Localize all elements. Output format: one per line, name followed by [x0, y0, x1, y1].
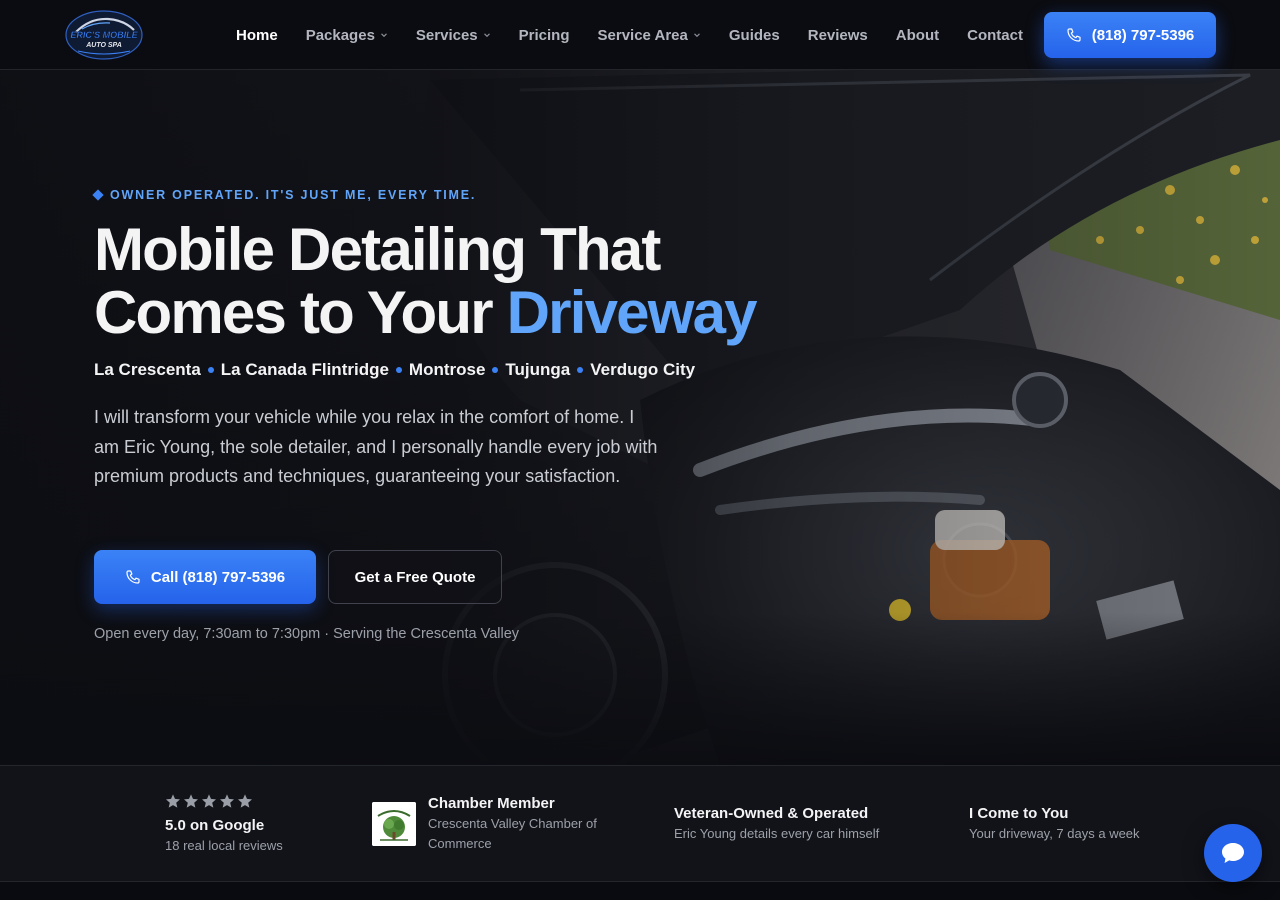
area-la-crescenta: La Crescenta [94, 360, 201, 379]
nav-contact-label: Contact [967, 26, 1023, 44]
service-areas: La Crescenta La Canada Flintridge Montro… [94, 360, 695, 380]
mobile-sub: Your driveway, 7 days a week [969, 826, 1140, 841]
hero-section: OWNER OPERATED. IT'S JUST ME, EVERY TIME… [0, 70, 1280, 765]
chevron-down-icon [693, 33, 700, 38]
star-icon [166, 794, 180, 808]
header-call-label: (818) 797-5396 [1091, 26, 1195, 44]
bullet-dot [395, 367, 402, 373]
main-nav: Home Packages Services Pricing Service A… [222, 0, 1037, 70]
star-icon [220, 794, 234, 808]
nav-pricing[interactable]: Pricing [505, 27, 584, 44]
nav-about[interactable]: About [882, 27, 953, 44]
header-call-button[interactable]: (818) 797-5396 [1044, 12, 1216, 58]
headline-line1: Mobile Detailing That [94, 216, 661, 283]
star-icon [184, 794, 198, 808]
google-rating-title: 5.0 on Google [165, 817, 265, 834]
mobile-title: I Come to You [969, 805, 1069, 822]
mobile-service: I Come to You Your driveway, 7 days a we… [969, 805, 1140, 844]
chamber-member: Chamber Member Crescenta Valley Chamber … [428, 795, 628, 854]
bullet-dot [492, 367, 499, 373]
svg-text:AUTO SPA: AUTO SPA [85, 42, 122, 49]
veteran-sub: Eric Young details every car himself [674, 826, 880, 841]
call-button[interactable]: Call (818) 797-5396 [94, 550, 316, 604]
svg-text:ERIC'S MOBILE: ERIC'S MOBILE [70, 30, 138, 40]
chat-widget-button[interactable] [1204, 824, 1262, 882]
nav-contact[interactable]: Contact [953, 27, 1037, 44]
google-rating: 5.0 on Google 18 real local reviews [165, 793, 283, 856]
chamber-logo [372, 802, 416, 846]
free-quote-button[interactable]: Get a Free Quote [328, 550, 502, 604]
nav-services[interactable]: Services [402, 27, 505, 44]
bullet-dot [207, 367, 214, 373]
nav-guides[interactable]: Guides [715, 27, 794, 44]
diamond-icon [92, 189, 104, 201]
call-button-label: Call (818) 797-5396 [150, 568, 286, 586]
nav-services-label: Services [415, 26, 478, 44]
chevron-down-icon [483, 33, 490, 38]
headline-line2: Comes to Your [94, 279, 507, 346]
star-icon [238, 794, 252, 808]
nav-service-area-label: Service Area [597, 26, 688, 44]
chat-bubble-icon [1222, 843, 1244, 863]
free-quote-label: Get a Free Quote [354, 568, 476, 586]
nav-pricing-label: Pricing [518, 26, 570, 44]
trust-bar: 5.0 on Google 18 real local reviews Cham… [0, 765, 1280, 882]
hero-eyebrow-text: OWNER OPERATED. IT'S JUST ME, EVERY TIME… [110, 188, 477, 202]
page-footer-edge [0, 882, 1280, 900]
nav-about-label: About [895, 26, 940, 44]
area-montrose: Montrose [408, 360, 486, 379]
headline-accent: Driveway [506, 279, 758, 346]
bullet-dot [577, 367, 584, 373]
star-rating [165, 793, 283, 809]
site-header: ERIC'S MOBILE AUTO SPA Home Packages Ser… [0, 0, 1280, 70]
nav-packages-label: Packages [305, 26, 375, 44]
veteran-owned: Veteran-Owned & Operated Eric Young deta… [674, 805, 879, 844]
phone-icon [126, 570, 140, 584]
chamber-title: Chamber Member [428, 795, 555, 812]
veteran-title: Veteran-Owned & Operated [674, 805, 869, 822]
star-icon [202, 794, 216, 808]
area-la-canada: La Canada Flintridge [220, 360, 389, 379]
nav-reviews-label: Reviews [807, 26, 868, 44]
hero-headline: Mobile Detailing That Comes to Your Driv… [94, 218, 814, 344]
brand-logo[interactable]: ERIC'S MOBILE AUTO SPA [64, 10, 144, 60]
google-rating-sub: 18 real local reviews [165, 838, 283, 853]
hero-eyebrow: OWNER OPERATED. IT'S JUST ME, EVERY TIME… [92, 188, 477, 202]
chevron-down-icon [380, 33, 387, 38]
area-tujunga: Tujunga [505, 360, 571, 379]
phone-icon [1067, 28, 1081, 42]
hero-description: I will transform your vehicle while you … [94, 407, 658, 486]
nav-guides-label: Guides [728, 26, 780, 44]
nav-packages[interactable]: Packages [292, 27, 402, 44]
nav-home[interactable]: Home [222, 27, 292, 44]
hours-note: Open every day, 7:30am to 7:30pm · Servi… [94, 626, 520, 642]
chamber-sub: Crescenta Valley Chamber of Commerce [428, 816, 597, 851]
nav-reviews[interactable]: Reviews [794, 27, 882, 44]
nav-service-area[interactable]: Service Area [584, 27, 715, 44]
nav-home-label: Home [236, 26, 278, 44]
area-verdugo-city: Verdugo City [590, 360, 696, 379]
